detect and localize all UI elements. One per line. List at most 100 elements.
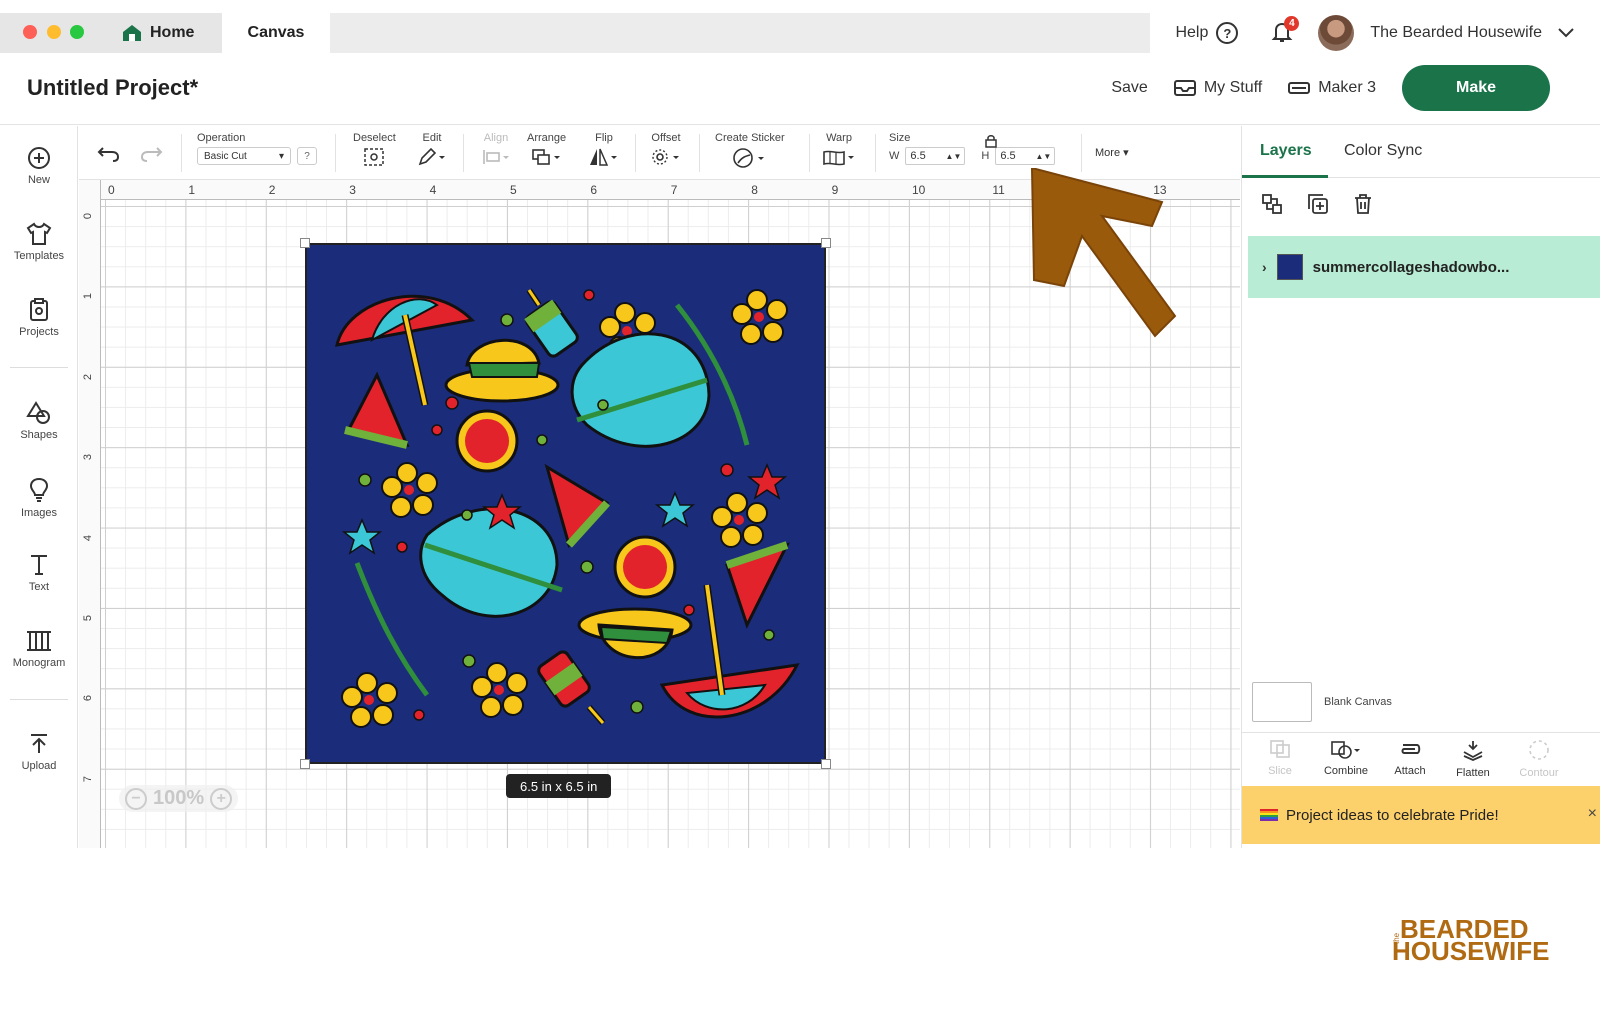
slice-label: Slice [1268,765,1292,777]
sidebar-item-new[interactable]: New [0,146,78,186]
tab-layers[interactable]: Layers [1260,142,1312,160]
titlebar-actions: Help ? 4 The Bearded Housewife [1175,13,1600,53]
ruler-tick-label: 6 [590,183,598,197]
save-button[interactable]: Save [1111,79,1147,97]
help-button[interactable]: Help ? [1175,22,1239,44]
operation-value: Basic Cut [204,150,247,162]
resize-handle[interactable] [821,759,831,769]
redo-icon[interactable] [139,144,163,162]
deselect-button[interactable]: Deselect [353,132,396,167]
project-title[interactable]: Untitled Project* [27,75,198,101]
warp-button[interactable]: Warp [821,132,857,167]
edit-button[interactable]: Edit [417,132,447,167]
avatar[interactable] [1318,15,1355,51]
operation-help-button[interactable]: ? [297,147,317,165]
offset-label: Offset [651,132,681,144]
stepper-icon[interactable]: ▲▼ [946,152,962,161]
sidebar-item-projects[interactable]: Projects [0,298,78,338]
zoom-in-button[interactable]: + [210,787,233,810]
blank-canvas-swatch[interactable] [1252,682,1312,722]
brand-logo: the BEARDED HOUSEWIFE [1392,914,1562,984]
zoom-level: 100% [153,787,205,809]
sidebar-item-templates[interactable]: Templates [0,222,78,262]
lock-icon[interactable] [985,134,997,148]
annotation-arrow [1030,168,1177,338]
summer-collage-artwork [335,288,800,728]
attach-button[interactable]: Attach [1380,739,1440,777]
project-header: Untitled Project* Save My Stuff Maker 3 … [0,53,1600,125]
ruler-tick-label: 4 [429,183,437,197]
width-input[interactable]: 6.5 ▲▼ [905,147,966,165]
left-sidebar: New Templates Projects Shapes Images Tex… [0,126,78,848]
zoom-out-button[interactable]: − [125,787,147,810]
combine-label: Combine [1323,765,1369,777]
flatten-label: Flatten [1456,767,1490,779]
tab-color-sync[interactable]: Color Sync [1344,142,1422,160]
contour-button[interactable]: Contour [1509,739,1569,779]
my-stuff-button[interactable]: My Stuff [1173,79,1262,97]
inbox-icon [1173,80,1196,96]
blank-canvas-row[interactable]: Blank Canvas [1252,682,1392,722]
chevron-right-icon[interactable]: › [1262,259,1267,275]
arrange-button[interactable]: Arrange [527,132,566,167]
duplicate-icon[interactable] [1306,192,1330,216]
sidebar-divider [10,699,68,700]
stepper-icon[interactable]: ▲▼ [1036,152,1052,161]
minimize-window-button[interactable] [47,25,61,39]
resize-handle[interactable] [300,759,310,769]
sidebar-item-label: Monogram [12,657,66,669]
ruler-tick-label: 7 [82,775,95,782]
slice-button[interactable]: Slice [1250,739,1310,777]
rainbow-flag-icon [1260,809,1278,821]
tab-home[interactable]: Home [110,13,220,53]
group-icon[interactable] [1260,192,1284,216]
close-window-button[interactable] [23,25,37,39]
design-image[interactable] [305,243,826,764]
combine-button[interactable]: Combine [1316,739,1376,777]
create-sticker-button[interactable]: Create Sticker [715,132,785,169]
maximize-window-button[interactable] [70,25,84,39]
sidebar-item-text[interactable]: Text [0,553,78,593]
layer-item[interactable]: › summercollageshadowbo... [1248,236,1600,298]
plus-circle-icon [28,147,50,169]
sidebar-item-shapes[interactable]: Shapes [0,401,78,441]
ruler-tick-label: 1 [82,293,95,300]
align-button[interactable]: Align [481,132,511,167]
resize-handle[interactable] [300,238,310,248]
tab-home-label: Home [150,24,195,41]
sidebar-item-label: New [27,174,50,186]
make-button[interactable]: Make [1402,65,1550,111]
toolbar-divider [635,134,636,172]
ruler-tick-label: 8 [751,183,758,197]
operation-select[interactable]: Basic Cut ▾ [197,147,291,165]
sidebar-item-monogram[interactable]: Monogram [0,629,78,669]
flip-button[interactable]: Flip [587,132,621,167]
undo-icon[interactable] [97,144,121,162]
trash-icon[interactable] [1352,192,1374,216]
ruler-tick-label: 6 [82,695,95,702]
arrange-label: Arrange [527,132,567,144]
height-input[interactable]: 6.5 ▲▼ [995,147,1056,165]
ruler-tick-label: 2 [82,373,95,380]
layer-actions [1260,192,1374,216]
ruler-tick-label: 3 [82,454,95,461]
tab-canvas[interactable]: Canvas [222,13,330,53]
notifications-button[interactable]: 4 [1270,16,1300,46]
offset-button[interactable]: Offset [649,132,683,167]
more-button[interactable]: More ▾ [1095,146,1129,159]
toolbar-divider [875,134,876,172]
user-name[interactable]: The Bearded Housewife [1370,24,1542,42]
dropdown-caret-icon: ▾ [1123,147,1129,159]
close-icon[interactable]: × [1588,805,1597,823]
sidebar-item-images[interactable]: Images [0,477,78,519]
chevron-down-icon[interactable] [1558,28,1574,38]
project-actions: Save My Stuff Maker 3 Make [1111,65,1550,111]
sidebar-item-label: Shapes [20,429,58,441]
promo-banner[interactable]: Project ideas to celebrate Pride! × [1242,786,1600,844]
blank-canvas-label: Blank Canvas [1324,696,1392,708]
sidebar-item-upload[interactable]: Upload [0,732,78,772]
flatten-button[interactable]: Flatten [1443,739,1503,779]
resize-handle[interactable] [821,238,831,248]
machine-button[interactable]: Maker 3 [1288,79,1376,97]
sidebar-item-label: Text [28,581,50,593]
